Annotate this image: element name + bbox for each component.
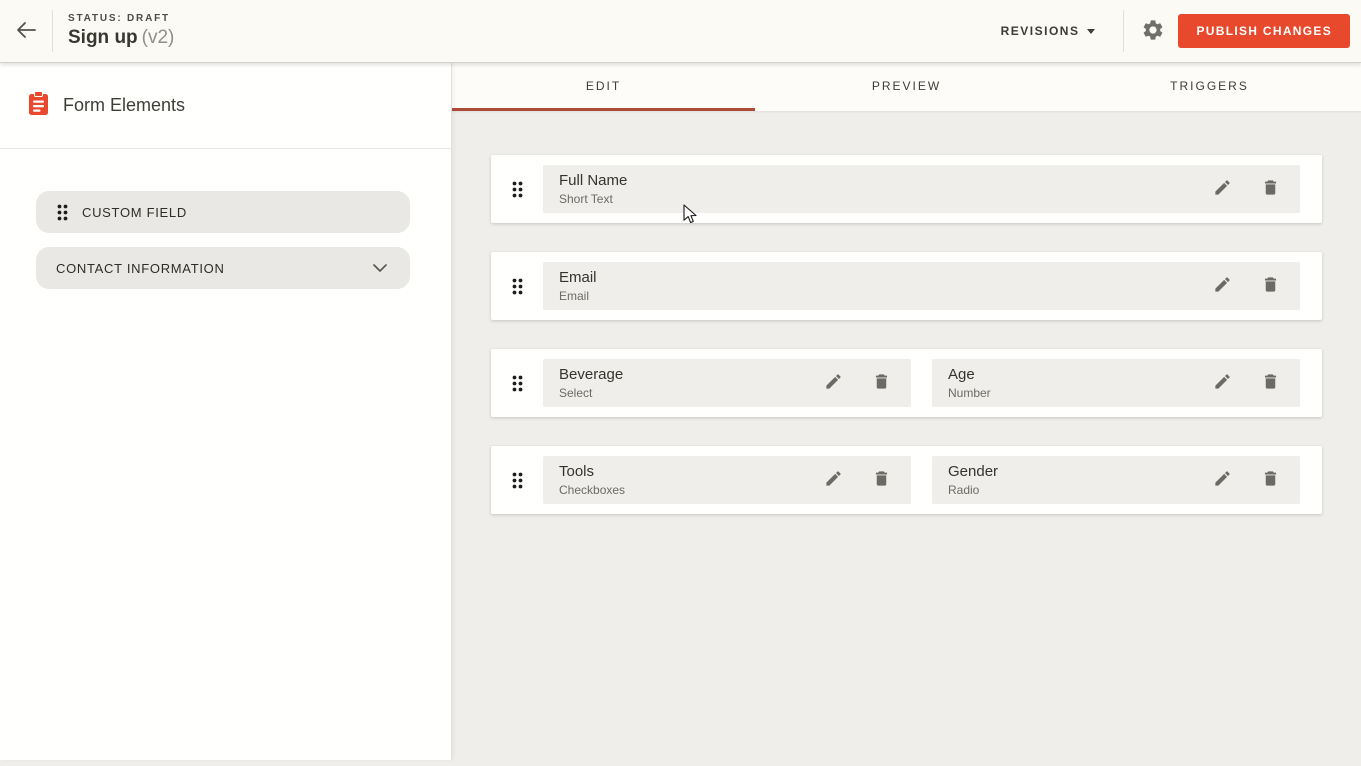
form-elements-sidebar: Form Elements CUSTOM FIELD CONTACT INFOR… [0, 63, 452, 760]
sidebar-divider [0, 148, 451, 149]
sidebar-item-label: CONTACT INFORMATION [56, 261, 225, 276]
field-row-full-name: Full Name Short Text [491, 155, 1322, 223]
edit-field-button[interactable] [1213, 469, 1232, 491]
edit-field-button[interactable] [824, 469, 843, 491]
trash-icon [1261, 372, 1280, 394]
field-type: Short Text [559, 192, 1213, 206]
trash-icon [1261, 275, 1280, 297]
form-title-block: STATUS: DRAFT Sign up(v2) [68, 13, 174, 49]
field-row-email: Email Email [491, 252, 1322, 320]
drag-handle-icon[interactable] [491, 374, 543, 393]
field-row-beverage-age: Beverage Select Age Number [491, 349, 1322, 417]
delete-field-button[interactable] [1261, 469, 1280, 491]
sidebar-title: Form Elements [63, 95, 185, 116]
form-version: (v2) [142, 27, 175, 48]
field-tools[interactable]: Tools Checkboxes [543, 456, 911, 504]
editor-tabs: EDIT PREVIEW TRIGGERS [452, 63, 1361, 111]
publish-changes-button[interactable]: PUBLISH CHANGES [1178, 14, 1350, 48]
edit-field-button[interactable] [1213, 178, 1232, 200]
delete-field-button[interactable] [872, 372, 891, 394]
trash-icon [1261, 469, 1280, 491]
pencil-icon [1213, 275, 1232, 297]
pencil-icon [824, 372, 843, 394]
trash-icon [872, 469, 891, 491]
status-badge: STATUS: DRAFT [68, 13, 174, 24]
field-label: Email [559, 269, 1213, 286]
gear-icon [1141, 18, 1165, 45]
tab-preview[interactable]: PREVIEW [755, 63, 1058, 111]
arrow-left-icon [15, 21, 37, 42]
field-type: Radio [948, 483, 1213, 497]
pencil-icon [1213, 372, 1232, 394]
pencil-icon [1213, 469, 1232, 491]
tab-triggers[interactable]: TRIGGERS [1058, 63, 1361, 111]
form-canvas: Full Name Short Text Email [452, 111, 1361, 514]
field-label: Full Name [559, 172, 1213, 189]
trash-icon [872, 372, 891, 394]
field-gender[interactable]: Gender Radio [932, 456, 1300, 504]
delete-field-button[interactable] [872, 469, 891, 491]
clipboard-icon [28, 91, 49, 121]
settings-button[interactable] [1141, 18, 1165, 45]
sidebar-item-contact-information[interactable]: CONTACT INFORMATION [36, 247, 410, 289]
back-button[interactable] [0, 0, 52, 63]
field-type: Email [559, 289, 1213, 303]
caret-down-icon [1087, 29, 1095, 34]
revisions-button[interactable]: REVISIONS [995, 14, 1102, 48]
topbar-divider [52, 10, 53, 52]
field-label: Gender [948, 463, 1213, 480]
form-editor-main: EDIT PREVIEW TRIGGERS Full Name Short Te… [452, 63, 1361, 766]
top-bar: STATUS: DRAFT Sign up(v2) REVISIONS PUBL… [0, 0, 1361, 63]
edit-field-button[interactable] [1213, 372, 1232, 394]
field-label: Tools [559, 463, 824, 480]
drag-handle-icon [56, 203, 69, 222]
topbar-divider [1123, 10, 1124, 52]
pencil-icon [824, 469, 843, 491]
field-age[interactable]: Age Number [932, 359, 1300, 407]
drag-handle-icon[interactable] [491, 180, 543, 199]
tab-edit[interactable]: EDIT [452, 63, 755, 111]
sidebar-item-label: CUSTOM FIELD [82, 205, 187, 220]
field-full-name[interactable]: Full Name Short Text [543, 165, 1300, 213]
field-label: Beverage [559, 366, 824, 383]
delete-field-button[interactable] [1261, 372, 1280, 394]
drag-handle-icon[interactable] [491, 471, 543, 490]
revisions-label: REVISIONS [1001, 24, 1080, 38]
drag-handle-icon[interactable] [491, 277, 543, 296]
field-type: Number [948, 386, 1213, 400]
trash-icon [1261, 178, 1280, 200]
sidebar-header: Form Elements [0, 63, 451, 148]
field-beverage[interactable]: Beverage Select [543, 359, 911, 407]
page-title: Sign up [68, 27, 138, 48]
field-row-tools-gender: Tools Checkboxes Gender Radio [491, 446, 1322, 514]
delete-field-button[interactable] [1261, 275, 1280, 297]
edit-field-button[interactable] [824, 372, 843, 394]
field-label: Age [948, 366, 1213, 383]
field-type: Select [559, 386, 824, 400]
field-type: Checkboxes [559, 483, 824, 497]
pencil-icon [1213, 178, 1232, 200]
delete-field-button[interactable] [1261, 178, 1280, 200]
edit-field-button[interactable] [1213, 275, 1232, 297]
field-email[interactable]: Email Email [543, 262, 1300, 310]
chevron-down-icon [372, 261, 388, 276]
sidebar-item-custom-field[interactable]: CUSTOM FIELD [36, 191, 410, 233]
